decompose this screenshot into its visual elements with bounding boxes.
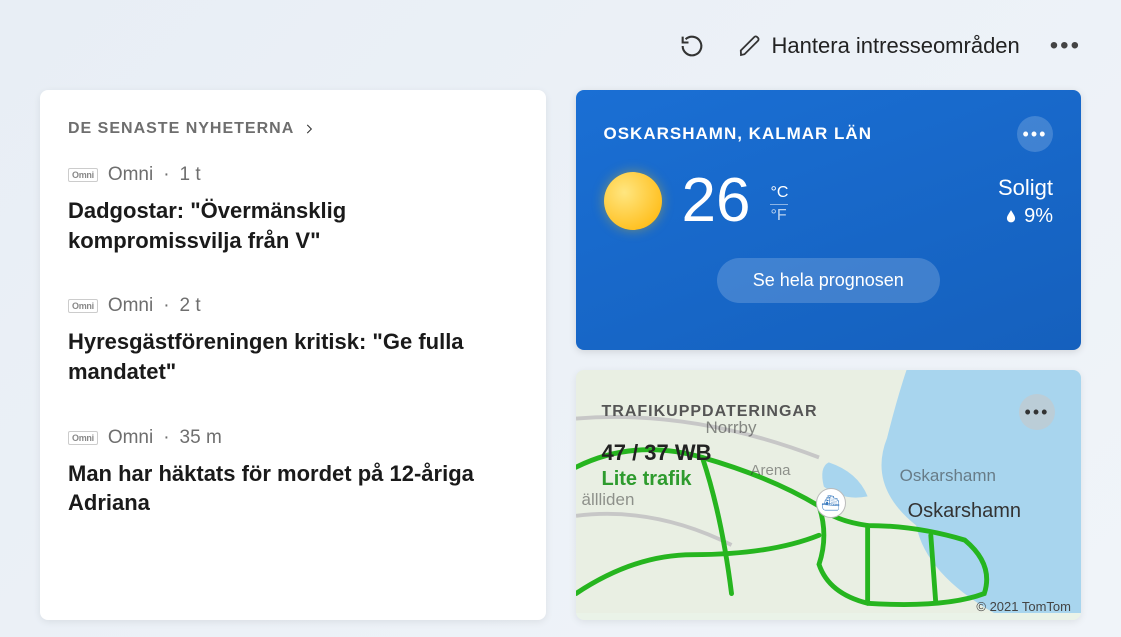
weather-condition: Soligt [998,175,1053,201]
traffic-route: 47 / 37 WB [602,440,1056,466]
weather-temperature: 26 [682,170,751,232]
source-logo-icon: Omni [68,168,98,182]
news-headline[interactable]: Hyresgästföreningen kritisk: "Ge fulla m… [68,327,518,386]
sun-icon [604,172,662,230]
news-section-header[interactable]: DE SENASTE NYHETERNA [68,120,518,138]
pencil-icon [738,34,762,58]
news-meta: Omni Omni · 2 t [68,295,518,317]
header-toolbar: Hantera intresseområden ••• [676,30,1081,62]
weather-location: OSKARSHAMN, KALMAR LÄN [604,124,872,144]
source-logo-icon: Omni [68,431,98,445]
ferry-icon: ⛴ [816,488,846,518]
news-time: 1 t [180,164,201,186]
chevron-right-icon [302,122,316,136]
manage-interests-label: Hantera intresseområden [772,33,1020,59]
news-item: Omni Omni · 35 m Man har häktats för mor… [68,427,518,518]
drop-icon [1004,208,1018,224]
unit-fahrenheit[interactable]: °F [770,205,788,225]
news-headline[interactable]: Man har häktats för mordet på 12-åriga A… [68,459,518,518]
see-forecast-button[interactable]: Se hela prognosen [717,258,940,303]
source-logo-icon: Omni [68,299,98,313]
news-item: Omni Omni · 2 t Hyresgästföreningen krit… [68,295,518,386]
map-label-norrby: Norrby [706,418,757,438]
news-source: Omni [108,295,153,317]
map-label-arena: Arena [751,462,791,479]
map-label-tallliden: ällliden [582,490,635,510]
traffic-card[interactable]: TRAFIKUPPDATERINGAR ••• 47 / 37 WB Lite … [576,370,1082,620]
map-label-oskarshamn: Oskarshamn [908,500,1021,523]
unit-celsius[interactable]: °C [770,184,788,205]
news-meta: Omni Omni · 35 m [68,427,518,449]
map-attribution: © 2021 TomTom [976,599,1071,614]
content-grid: DE SENASTE NYHETERNA Omni Omni · 1 t Dad… [40,90,1081,620]
traffic-more-button[interactable]: ••• [1019,394,1055,430]
weather-precipitation: 9% [998,205,1053,228]
refresh-button[interactable] [676,30,708,62]
temperature-units: °C °F [770,184,788,225]
news-meta: Omni Omni · 1 t [68,164,518,186]
news-headline[interactable]: Dadgostar: "Övermänsklig kompromissvilja… [68,196,518,255]
news-section-title: DE SENASTE NYHETERNA [68,120,294,138]
precip-value: 9% [1024,205,1053,228]
news-item: Omni Omni · 1 t Dadgostar: "Övermänsklig… [68,164,518,255]
news-source: Omni [108,164,153,186]
manage-interests-link[interactable]: Hantera intresseområden [738,33,1020,59]
header-more-button[interactable]: ••• [1050,32,1081,60]
news-time: 35 m [180,427,222,449]
news-time: 2 t [180,295,201,317]
refresh-icon [678,32,706,60]
news-source: Omni [108,427,153,449]
news-card: DE SENASTE NYHETERNA Omni Omni · 1 t Dad… [40,90,546,620]
map-label-oskarshamn-water: Oskarshamn [900,466,996,486]
weather-more-button[interactable]: ••• [1017,116,1053,152]
weather-card: OSKARSHAMN, KALMAR LÄN ••• 26 °C °F Soli… [576,90,1082,350]
